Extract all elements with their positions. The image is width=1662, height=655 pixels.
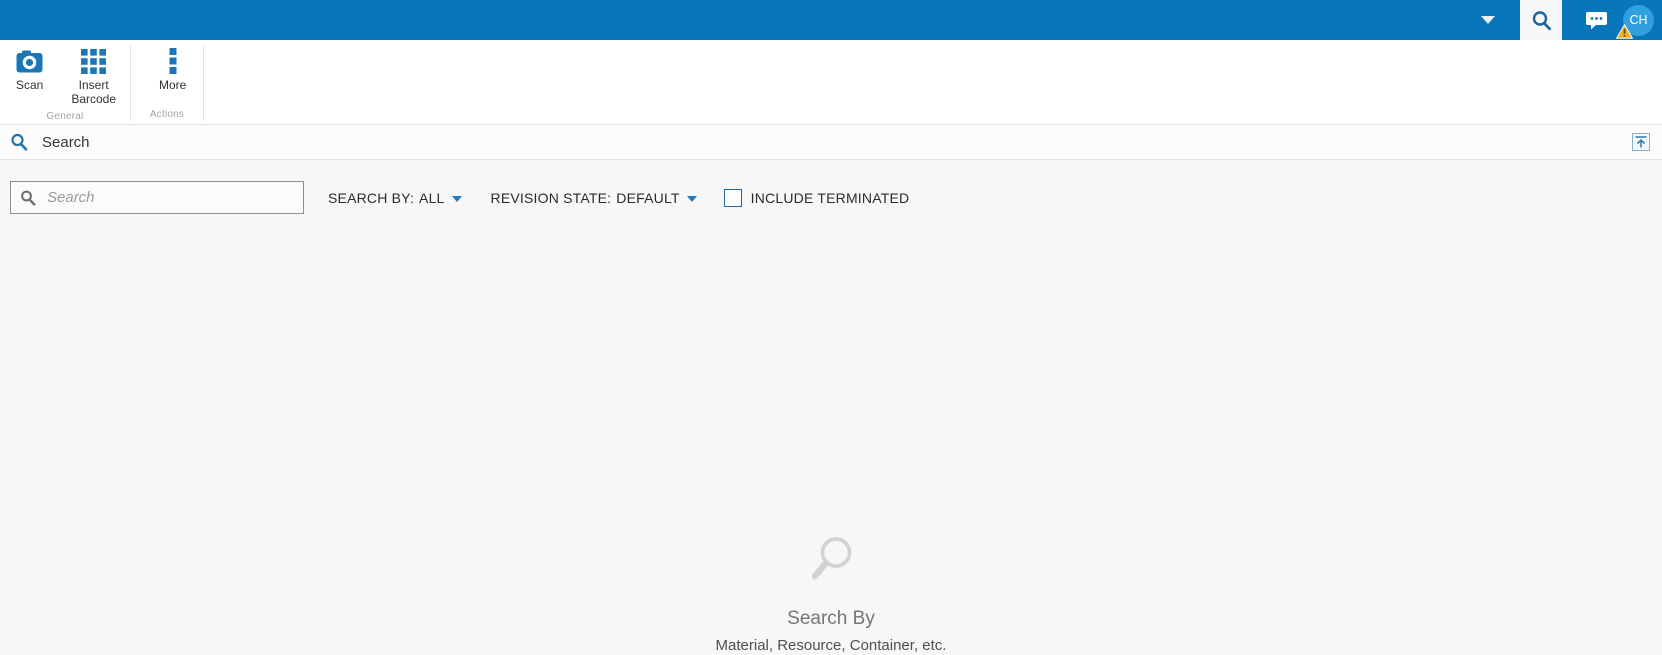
more-vertical-icon [169, 47, 177, 75]
search-icon [10, 133, 28, 151]
empty-state-subtitle: Material, Resource, Container, etc. [715, 637, 947, 654]
search-by-value: ALL [419, 189, 445, 206]
scan-button[interactable]: Scan [10, 45, 49, 94]
search-by-dropdown[interactable]: SEARCH BY: ALL [328, 190, 462, 206]
search-input[interactable] [45, 188, 294, 207]
topbar-chat-button[interactable] [1585, 11, 1608, 30]
include-terminated-label: INCLUDE TERMINATED [750, 189, 910, 206]
include-terminated-checkbox[interactable] [723, 188, 742, 207]
filter-row: SEARCH BY: ALL REVISION STATE: DEFAULT I… [0, 160, 1662, 214]
ribbon-group-general: Scan Insert Barcode General [0, 40, 130, 124]
warning-triangle-icon [1616, 23, 1633, 39]
more-button[interactable]: More [153, 45, 192, 94]
chevron-down-icon [451, 195, 462, 202]
panel-expand-up-icon [1632, 133, 1650, 151]
revision-state-value: DEFAULT [616, 189, 680, 206]
search-by-label: SEARCH BY: [328, 189, 415, 206]
ribbon-group-actions: More Actions [131, 40, 203, 124]
avatar[interactable]: CH [1616, 4, 1654, 39]
ribbon-divider [203, 45, 204, 121]
revision-state-dropdown[interactable]: REVISION STATE: DEFAULT [491, 190, 697, 206]
camera-icon [16, 47, 43, 75]
chat-bubble-icon [1585, 11, 1608, 30]
chevron-down-icon [1481, 16, 1495, 24]
scan-button-label: Scan [16, 78, 44, 92]
insert-barcode-button-label: Insert Barcode [71, 78, 117, 107]
more-button-label: More [159, 78, 187, 92]
panel-expand-up-button[interactable] [1632, 133, 1650, 151]
empty-state: Search By Material, Resource, Container,… [0, 535, 1662, 654]
search-box [10, 181, 304, 214]
top-bar: CH [0, 0, 1662, 40]
empty-state-title: Search By [787, 608, 875, 629]
chevron-down-icon [686, 195, 697, 202]
ribbon-toolbar: Scan Insert Barcode General More Actions [0, 40, 1662, 125]
insert-barcode-button[interactable]: Insert Barcode [62, 45, 125, 109]
search-icon [1531, 10, 1552, 31]
include-terminated-checkbox-wrap[interactable]: INCLUDE TERMINATED [723, 188, 910, 207]
topbar-search-button[interactable] [1520, 0, 1562, 40]
ribbon-group-label-general: General [46, 110, 84, 122]
main-content: SEARCH BY: ALL REVISION STATE: DEFAULT I… [0, 160, 1662, 655]
page-title: Search [42, 133, 90, 151]
search-icon [806, 535, 856, 585]
search-icon [20, 190, 36, 206]
revision-state-label: REVISION STATE: [490, 189, 612, 206]
ribbon-group-label-actions: Actions [149, 109, 185, 120]
section-header: Search [0, 125, 1662, 160]
barcode-grid-icon [81, 47, 107, 75]
topbar-dropdown-button[interactable] [1481, 16, 1495, 24]
